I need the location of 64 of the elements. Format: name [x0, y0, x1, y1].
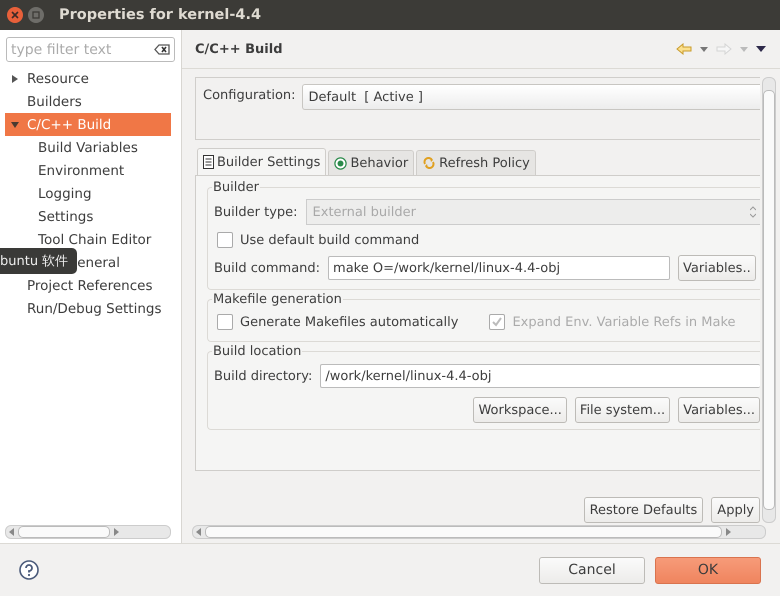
- build-command-field[interactable]: make O=/work/kernel/linux-4.4-obj: [328, 256, 670, 280]
- clear-icon[interactable]: [154, 44, 170, 55]
- scroll-left-icon[interactable]: [196, 528, 202, 536]
- page-title: C/C++ Build: [195, 42, 283, 56]
- list-icon: [203, 155, 214, 169]
- maximize-icon: [32, 11, 40, 19]
- group-title: Builder: [212, 180, 260, 195]
- tree-item[interactable]: Project References: [5, 274, 171, 297]
- collapsed-arrow-icon[interactable]: [11, 74, 19, 82]
- close-icon: [11, 11, 19, 19]
- configuration-label: Configuration:: [203, 88, 296, 103]
- menu-icon[interactable]: [756, 46, 766, 52]
- back-arrow-icon[interactable]: [676, 43, 692, 55]
- variables-button[interactable]: Variables..: [678, 255, 756, 281]
- page-button[interactable]: Apply: [711, 497, 760, 523]
- tree-item[interactable]: Logging: [5, 182, 171, 205]
- build-directory-field[interactable]: /work/kernel/linux-4.4-obj: [320, 364, 760, 388]
- dropdown-icon[interactable]: [740, 46, 748, 52]
- page-button[interactable]: Restore Defaults: [584, 497, 704, 523]
- scroll-right-icon[interactable]: [724, 528, 731, 536]
- tab[interactable]: Builder Settings: [197, 148, 326, 175]
- horizontal-scrollbar[interactable]: [5, 525, 171, 539]
- cancel-button[interactable]: Cancel: [539, 556, 645, 584]
- radio-icon: [334, 156, 348, 170]
- tree-item[interactable]: Tool Chain Editor: [5, 228, 171, 251]
- scroll-right-icon[interactable]: [113, 528, 120, 536]
- close-button[interactable]: [7, 7, 23, 23]
- build-directory-label: Build directory:: [214, 368, 312, 384]
- filter-field[interactable]: type filter text: [6, 37, 175, 62]
- browse-button[interactable]: Workspace...: [473, 397, 567, 423]
- tooltip: buntu 软件: [0, 248, 78, 274]
- checkbox-label: Use default build command: [240, 232, 420, 248]
- browse-button[interactable]: File system...: [574, 397, 670, 423]
- tree-item[interactable]: Build Variables: [5, 136, 171, 159]
- browse-button[interactable]: Variables...: [678, 397, 760, 423]
- help-icon[interactable]: [19, 560, 39, 580]
- checkbox[interactable]: Generate Makefiles automatically: [214, 309, 458, 335]
- tree-item[interactable]: Builders: [5, 90, 171, 113]
- tree-item[interactable]: Settings: [5, 205, 171, 228]
- checkbox-label: Generate Makefiles automatically: [240, 314, 458, 330]
- group-title: Makefile generation: [212, 292, 343, 307]
- horizontal-scrollbar[interactable]: [192, 525, 766, 539]
- dropdown-icon[interactable]: [700, 46, 708, 52]
- refresh-icon: [422, 156, 436, 170]
- group-title: Build location: [212, 344, 302, 359]
- builder-type-label: Builder type:: [214, 204, 298, 220]
- tree-item[interactable]: Resource: [5, 67, 171, 90]
- checkbox-label: Expand Env. Variable Refs in Make: [512, 314, 736, 330]
- build-command-label: Build command:: [214, 260, 320, 276]
- checkbox-box[interactable]: [217, 232, 233, 248]
- ok-button[interactable]: OK: [655, 556, 761, 584]
- checkbox-box[interactable]: [217, 314, 233, 330]
- configuration-dropdown[interactable]: Default [ Active ]: [302, 84, 760, 110]
- tree-item[interactable]: Run/Debug Settings: [5, 297, 171, 320]
- spinner-arrows-icon: [750, 206, 756, 218]
- tree-item[interactable]: Environment: [5, 159, 171, 182]
- tab[interactable]: Behavior: [328, 150, 414, 175]
- vertical-scrollbar[interactable]: [762, 77, 776, 523]
- scroll-left-icon[interactable]: [9, 528, 15, 536]
- expanded-arrow-icon[interactable]: [11, 120, 19, 128]
- window-title: Properties for kernel-4.4: [59, 7, 262, 23]
- maximize-button[interactable]: [28, 7, 44, 23]
- tab[interactable]: Refresh Policy: [416, 150, 536, 175]
- checkbox[interactable]: Use default build command: [214, 227, 760, 253]
